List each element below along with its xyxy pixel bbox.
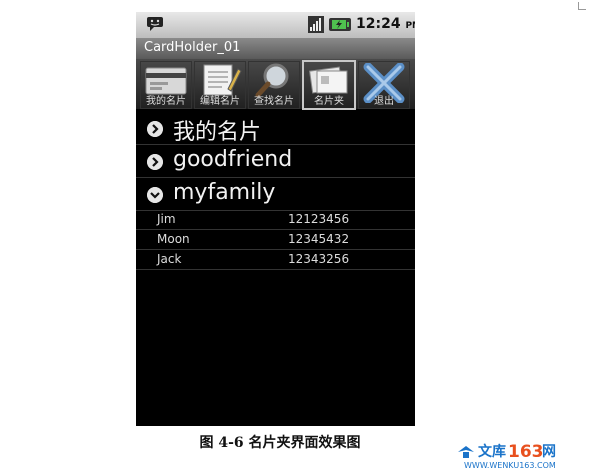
wenku163-watermark-logo: 文库 163 网 WWW.WENKU163.COM bbox=[458, 442, 556, 470]
contact-number: 12345432 bbox=[288, 232, 350, 246]
list-group-my-card[interactable]: 我的名片 bbox=[136, 112, 415, 145]
document-corner-mark bbox=[578, 2, 586, 10]
battery-charging-icon bbox=[329, 18, 351, 31]
status-bar: 12:24 PM bbox=[136, 12, 415, 38]
svg-text:文库: 文库 bbox=[478, 443, 506, 460]
svg-text:网: 网 bbox=[542, 444, 556, 460]
group-label: goodfriend bbox=[173, 147, 293, 172]
app-title: CardHolder_01 bbox=[144, 40, 241, 55]
list-group-goodfriend[interactable]: goodfriend bbox=[136, 145, 415, 178]
message-notification-icon bbox=[147, 17, 163, 31]
contact-name: Jack bbox=[157, 252, 182, 266]
contact-number: 12123456 bbox=[288, 212, 350, 226]
contact-name: Moon bbox=[157, 232, 190, 246]
phone-screen: 12:24 PM CardHolder_01 我的名片 bbox=[136, 12, 415, 426]
tool-label: 编辑名片 bbox=[200, 96, 240, 107]
list-child-row[interactable]: Jim 12123456 bbox=[136, 210, 415, 230]
list-child-row[interactable]: Moon 12345432 bbox=[136, 230, 415, 250]
signal-strength-icon bbox=[308, 16, 324, 33]
tool-label: 我的名片 bbox=[146, 96, 186, 107]
contact-name: Jim bbox=[157, 212, 176, 226]
svg-text:163: 163 bbox=[508, 442, 544, 462]
tool-my-card[interactable]: 我的名片 bbox=[140, 61, 192, 109]
tool-find-card[interactable]: 查找名片 bbox=[248, 61, 300, 109]
tool-label: 查找名片 bbox=[254, 96, 294, 107]
tool-label: 名片夹 bbox=[314, 96, 344, 107]
app-title-bar: CardHolder_01 bbox=[136, 38, 415, 59]
tool-exit[interactable]: 退出 bbox=[358, 61, 410, 109]
expand-arrow-right-icon bbox=[147, 154, 163, 170]
svg-text:WWW.WENKU163.COM: WWW.WENKU163.COM bbox=[464, 461, 556, 470]
group-label: myfamily bbox=[173, 180, 276, 205]
status-clock: 12:24 PM bbox=[356, 16, 415, 32]
group-label: 我的名片 bbox=[173, 120, 262, 145]
status-ampm: PM bbox=[405, 21, 415, 31]
contact-number: 12343256 bbox=[288, 252, 350, 266]
status-time: 12:24 bbox=[356, 16, 401, 32]
list-group-myfamily[interactable]: myfamily bbox=[136, 178, 415, 211]
list-child-row[interactable]: Jack 12343256 bbox=[136, 250, 415, 270]
expand-arrow-down-icon bbox=[147, 187, 163, 203]
expand-arrow-right-icon bbox=[147, 121, 163, 137]
tool-label: 退出 bbox=[374, 96, 394, 107]
toolbar: 我的名片 编辑名片 查找名片 名片夹 退出 bbox=[136, 59, 415, 110]
tool-edit-card[interactable]: 编辑名片 bbox=[194, 61, 246, 109]
tool-card-folder[interactable]: 名片夹 bbox=[302, 60, 356, 110]
